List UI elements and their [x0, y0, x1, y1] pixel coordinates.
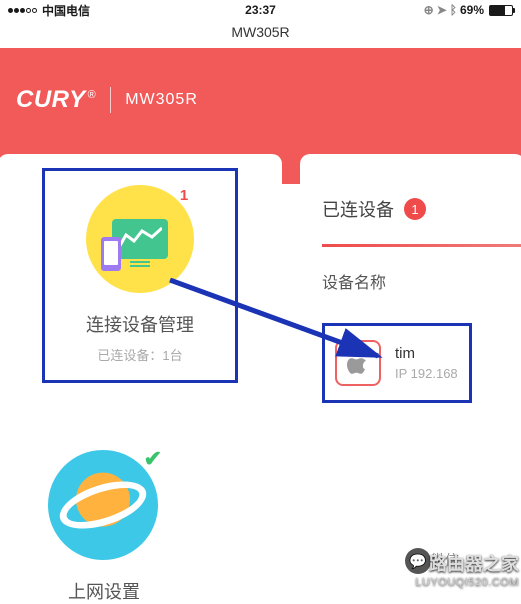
battery-icon: [489, 5, 513, 16]
location-icon: ➤: [437, 3, 447, 17]
watermark-en: LUYOUQI520.COM: [415, 576, 519, 588]
network-tile-title: 上网设置: [68, 578, 140, 604]
watermark-cn: 路由器之家: [415, 550, 519, 576]
device-ip: IP 192.168: [395, 366, 458, 381]
connected-count-badge: 1: [404, 198, 426, 220]
device-manage-tile[interactable]: 1 连接设备管理 已连设备：1台: [42, 168, 238, 383]
battery-pct: 69%: [460, 3, 484, 17]
device-name: tim: [395, 345, 458, 362]
model-label: MW305R: [125, 91, 198, 109]
device-row[interactable]: tim IP 192.168: [322, 323, 472, 403]
connected-devices-header: 已连设备: [322, 196, 394, 222]
signal-dots-icon: [8, 8, 37, 13]
device-badge: 1: [172, 183, 196, 207]
bluetooth-icon: ᛒ: [450, 3, 457, 17]
device-manage-icon: 1: [86, 185, 194, 293]
device-tile-subtitle: 已连设备：1台: [97, 345, 182, 364]
left-card: 1 连接设备管理 已连设备：1台: [0, 154, 282, 463]
orientation-lock-icon: ⊕: [424, 3, 434, 17]
apple-icon: [335, 340, 381, 386]
clock-label: 23:37: [245, 3, 276, 17]
network-settings-tile[interactable]: ✔: [48, 450, 158, 560]
check-icon: ✔: [144, 446, 162, 472]
section-divider: [322, 244, 521, 247]
ios-status-bar: 中国电信 23:37 ⊕ ➤ ᛒ 69%: [0, 0, 521, 20]
carrier-label: 中国电信: [42, 2, 90, 19]
connected-devices-panel: 已连设备 1 设备名称 tim IP 192.168: [300, 154, 521, 463]
brand-logo: CURY: [16, 86, 96, 114]
column-header-name: 设备名称: [322, 269, 521, 293]
device-tile-title: 连接设备管理: [86, 311, 194, 337]
phone-icon: [101, 237, 121, 271]
page-title: MW305R: [0, 20, 521, 48]
watermark: 路由器之家 LUYOUQI520.COM: [415, 550, 519, 588]
hero-divider: [110, 87, 111, 113]
